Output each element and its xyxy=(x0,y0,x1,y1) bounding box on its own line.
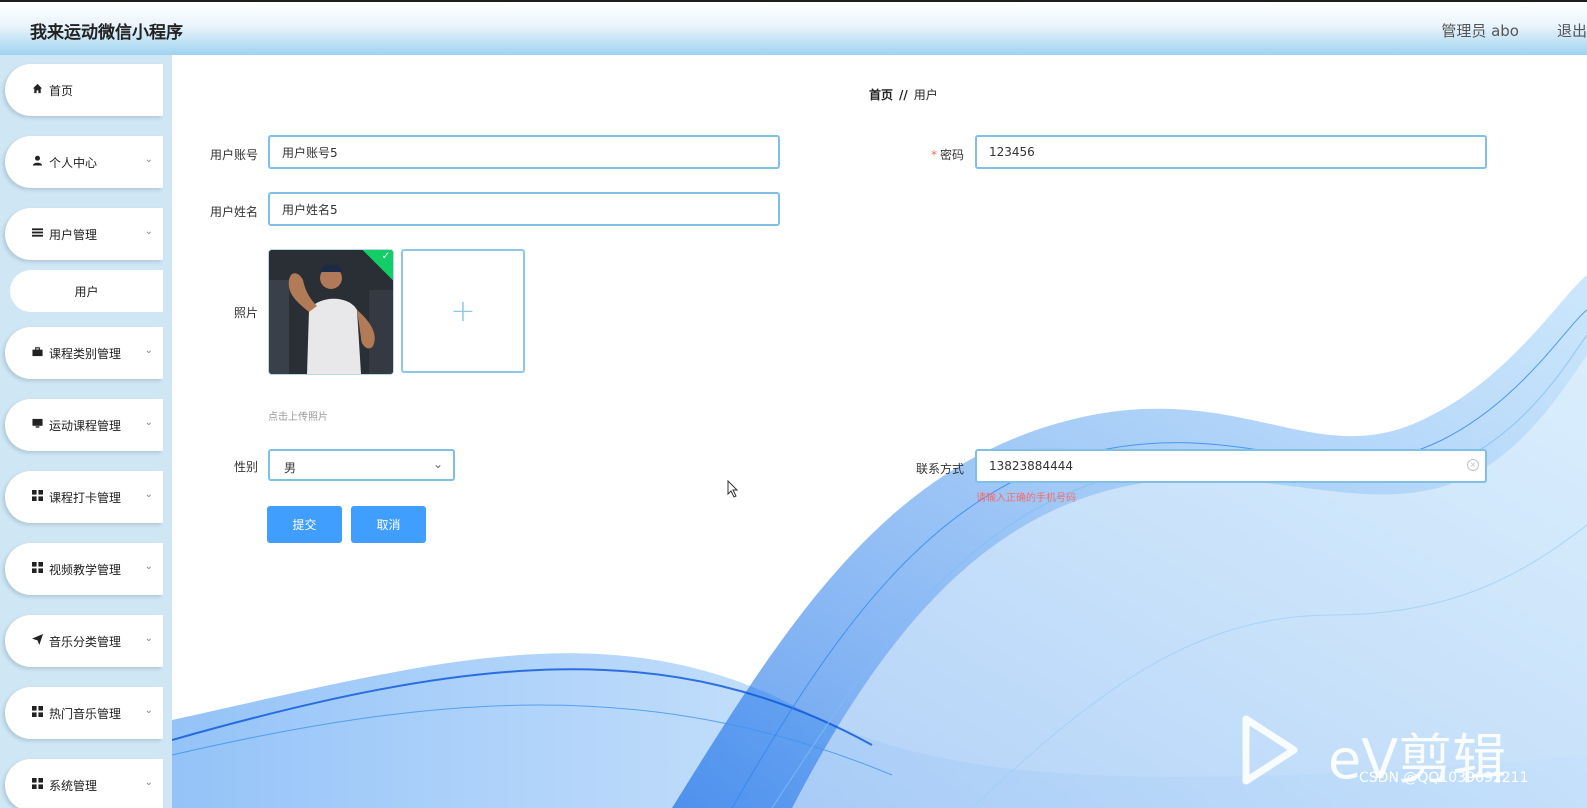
plus-icon: + xyxy=(450,293,476,329)
contact-label: 联系方式 xyxy=(915,462,964,476)
chevron-down-icon: ⌄ xyxy=(144,417,153,428)
grid-icon xyxy=(29,778,45,792)
chevron-down-icon: ⌄ xyxy=(144,226,153,237)
sidebar-item-hot-music[interactable]: 热门音乐管理 ⌄ xyxy=(5,687,163,739)
name-input[interactable] xyxy=(268,192,780,226)
photo-label: 照片 xyxy=(233,306,258,320)
account-input[interactable] xyxy=(268,135,780,169)
send-icon xyxy=(29,634,45,648)
mouse-cursor-icon xyxy=(727,480,739,498)
cancel-button[interactable]: 取消 xyxy=(351,506,426,543)
sidebar-item-music-category[interactable]: 音乐分类管理 ⌄ xyxy=(5,615,163,667)
briefcase-icon xyxy=(29,346,45,360)
chevron-down-icon: ⌄ xyxy=(144,154,153,165)
contact-input[interactable] xyxy=(975,449,1487,483)
csdn-watermark: CSDN @QQ1039692211 xyxy=(1359,770,1529,786)
chevron-down-icon: ⌄ xyxy=(144,777,153,788)
breadcrumb-separator: // xyxy=(899,88,908,102)
gender-label: 性别 xyxy=(233,460,258,474)
breadcrumb: 首页 // 用户 xyxy=(869,86,938,103)
sidebar-item-label: 首页 xyxy=(49,83,74,98)
gender-selected-value: 男 xyxy=(284,461,297,475)
user-icon xyxy=(29,155,45,169)
uploaded-photo[interactable]: ✓ xyxy=(268,249,394,375)
check-icon: ✓ xyxy=(381,251,390,262)
chevron-down-icon: ⌄ xyxy=(144,633,153,644)
sidebar-item-label: 课程类别管理 xyxy=(49,346,122,361)
sidebar-item-label: 视频教学管理 xyxy=(49,562,122,577)
breadcrumb-current: 用户 xyxy=(913,88,938,102)
monitor-icon xyxy=(29,418,45,432)
main-content: 首页 // 用户 用户账号 *密码 用户姓名 照片 ✓ + 点击上传照片 性别 男 … xyxy=(172,55,1587,808)
photo-person-image xyxy=(269,250,393,374)
top-header: 我来运动微信小程序 管理员 abo 退出登录 xyxy=(0,0,1587,55)
gender-select[interactable]: 男 ⌄ xyxy=(268,449,455,481)
chevron-down-icon: ⌄ xyxy=(144,345,153,356)
breadcrumb-home[interactable]: 首页 xyxy=(869,88,893,102)
sidebar-item-user-management[interactable]: 用户管理 ⌄ xyxy=(5,208,163,260)
logout-link[interactable]: 退出登录 xyxy=(1557,20,1587,41)
grid-icon xyxy=(29,562,45,576)
sidebar-item-sport-course[interactable]: 运动课程管理 ⌄ xyxy=(5,399,163,451)
sidebar-item-label: 用户管理 xyxy=(49,227,98,242)
chevron-down-icon: ⌄ xyxy=(144,489,153,500)
sidebar-item-label: 音乐分类管理 xyxy=(49,634,122,649)
sidebar-item-personal-center[interactable]: 个人中心 ⌄ xyxy=(5,136,163,188)
sidebar-item-label: 课程打卡管理 xyxy=(49,490,122,505)
sidebar-item-video-teaching[interactable]: 视频教学管理 ⌄ xyxy=(5,543,163,595)
chevron-down-icon: ⌄ xyxy=(432,457,443,471)
photo-upload-hint: 点击上传照片 xyxy=(268,412,328,423)
grid-icon xyxy=(29,490,45,504)
sidebar-item-course-checkin[interactable]: 课程打卡管理 ⌄ xyxy=(5,471,163,523)
sidebar-item-home[interactable]: 首页 xyxy=(5,64,163,116)
sidebar: 首页 个人中心 ⌄ 用户管理 ⌄ 用户 课程类别管理 ⌄ 运动课程管理 ⌄ 课程… xyxy=(0,55,172,808)
sidebar-item-system[interactable]: 系统管理 ⌄ xyxy=(5,759,163,808)
list-icon xyxy=(29,227,45,241)
sidebar-item-label: 个人中心 xyxy=(49,155,98,170)
sidebar-item-course-category[interactable]: 课程类别管理 ⌄ xyxy=(5,327,163,379)
account-label: 用户账号 xyxy=(209,148,258,162)
grid-icon xyxy=(29,706,45,720)
sidebar-item-label: 热门音乐管理 xyxy=(49,706,122,721)
photo-upload-button[interactable]: + xyxy=(401,249,525,373)
password-label: * 密码 xyxy=(930,148,964,162)
chevron-down-icon: ⌄ xyxy=(144,561,153,572)
sidebar-subitem-user[interactable]: 用户 xyxy=(10,270,163,312)
sidebar-item-label: 运动课程管理 xyxy=(49,418,122,433)
home-icon xyxy=(29,83,45,97)
name-label: 用户姓名 xyxy=(209,205,258,219)
play-logo-icon xyxy=(1242,715,1298,785)
sidebar-item-label: 系统管理 xyxy=(49,778,98,793)
contact-error-message: 请输入正确的手机号码 xyxy=(976,493,1076,504)
clear-icon[interactable]: × xyxy=(1467,459,1479,471)
password-input[interactable] xyxy=(975,135,1487,169)
ev-editor-watermark: eV剪辑 xyxy=(1240,715,1506,791)
chevron-down-icon: ⌄ xyxy=(144,705,153,716)
app-title: 我来运动微信小程序 xyxy=(30,23,183,43)
admin-username: 管理员 abo xyxy=(1441,22,1519,40)
submit-button[interactable]: 提交 xyxy=(267,506,342,543)
